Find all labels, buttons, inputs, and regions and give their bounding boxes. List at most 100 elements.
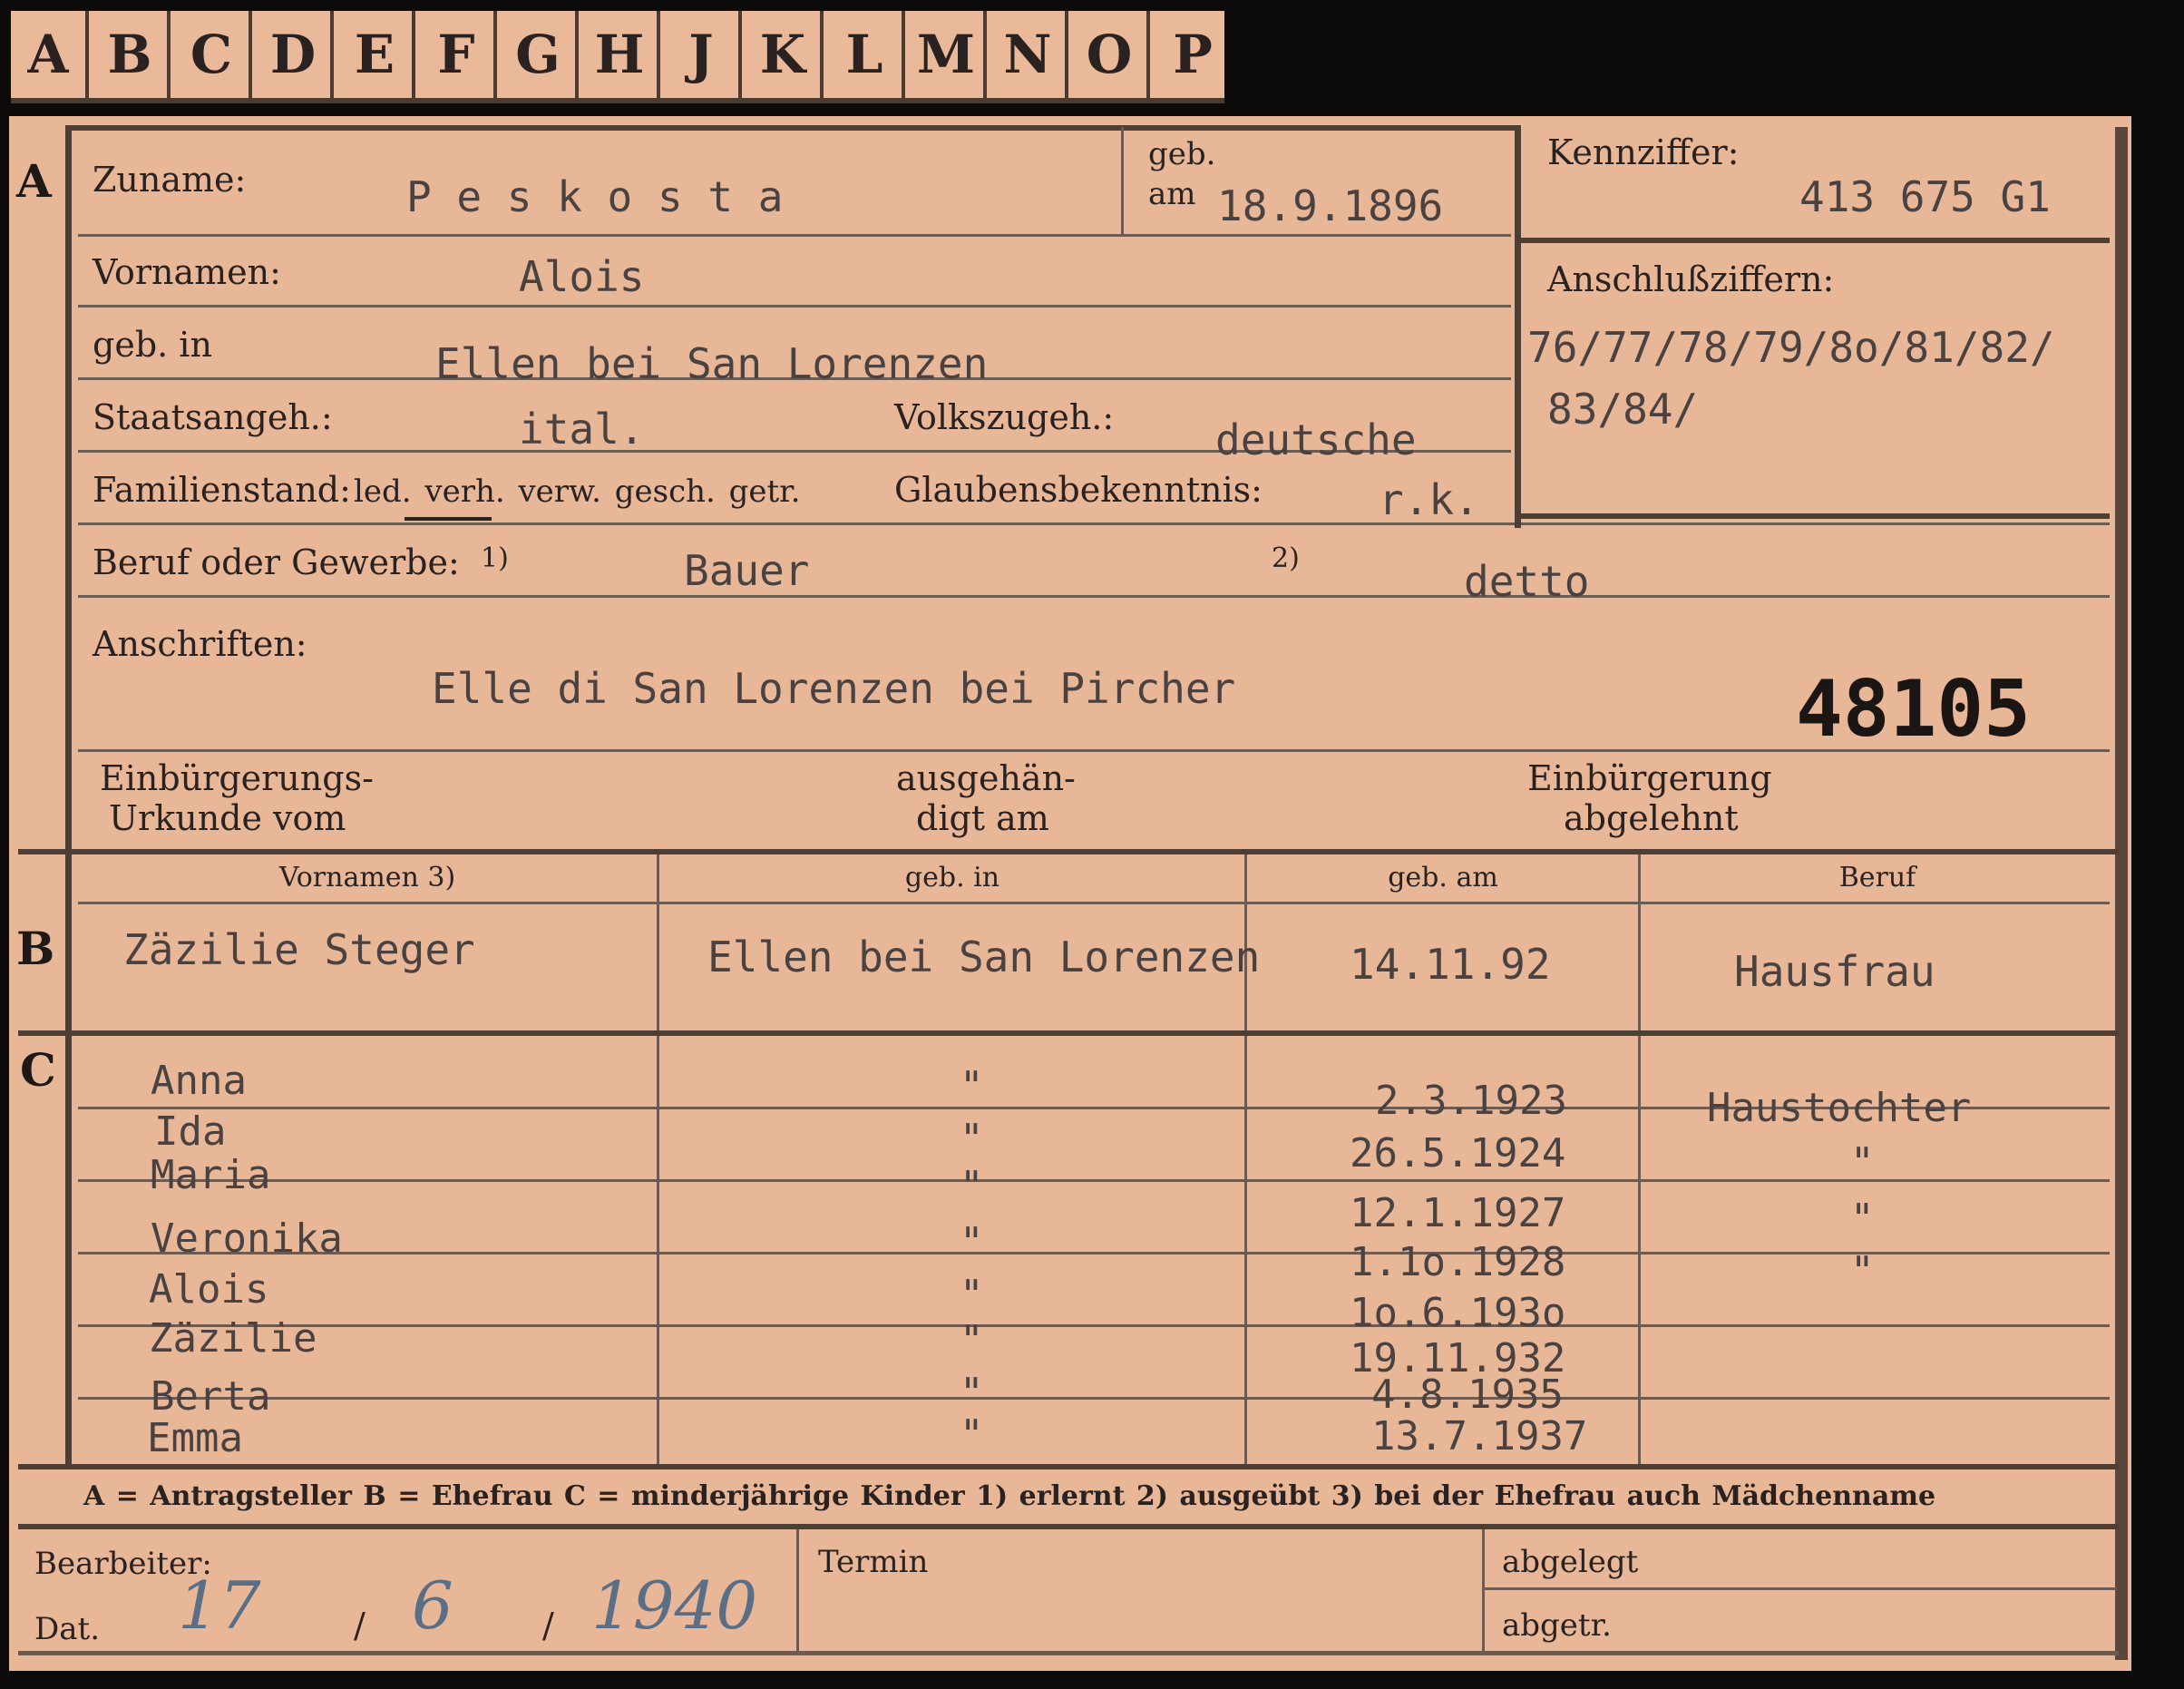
occupation-practiced-value: detto — [1464, 557, 1590, 606]
ident-box-border — [1515, 125, 1521, 528]
row-divider — [78, 1324, 2110, 1327]
handwritten-month: 6 — [412, 1567, 453, 1644]
tab-letter: O — [1072, 11, 1150, 98]
date-separator: / — [542, 1606, 554, 1645]
child-place: " — [960, 1063, 984, 1109]
column-divider — [657, 854, 659, 1464]
row-divider — [78, 1252, 2110, 1255]
ethnicity-label: Volkszugeh.: — [894, 397, 1115, 437]
occupation-label: Beruf oder Gewerbe: — [93, 542, 460, 582]
ident-label: Kennziffer: — [1547, 132, 1740, 172]
born-label-top: geb. — [1148, 136, 1216, 172]
child-name: Veronika — [151, 1215, 343, 1262]
birth-date-value: 18.9.1896 — [1217, 181, 1444, 230]
address-label: Anschriften: — [93, 624, 307, 664]
tab-letter: P — [1173, 24, 1213, 85]
spouse-birthdate: 14.11.92 — [1350, 940, 1551, 989]
child-place: " — [960, 1370, 984, 1416]
column-divider — [1638, 854, 1641, 1464]
tab-letter: H — [582, 11, 660, 98]
child-place: " — [960, 1163, 984, 1209]
attach-line-2: 83/84/ — [1547, 385, 1699, 434]
child-name: Emma — [147, 1415, 243, 1461]
date-label: Dat. — [34, 1611, 101, 1647]
child-date: 2.3.1923 — [1375, 1078, 1567, 1124]
child-name: Alois — [149, 1266, 269, 1313]
child-date: 1.1o.1928 — [1350, 1239, 1566, 1285]
tab-letter: L — [827, 11, 905, 98]
occupation-note-1: 1) — [481, 542, 509, 574]
naturalization-label-1: Einbürgerungs- — [100, 758, 374, 798]
section-divider — [18, 849, 2119, 854]
occupation-note-2: 2) — [1272, 542, 1300, 574]
tab-letter: C — [174, 11, 252, 98]
child-occupation: " — [1850, 1139, 1875, 1186]
child-place: " — [960, 1219, 984, 1265]
rejected-label-2: abgelehnt — [1564, 798, 1739, 838]
row-divider — [78, 595, 2110, 598]
child-date: 13.7.1937 — [1371, 1413, 1588, 1460]
marital-underline — [405, 517, 492, 521]
legend-top-border — [18, 1464, 2119, 1469]
born-label-bottom: am — [1148, 176, 1196, 212]
birthplace-label: geb. in — [93, 325, 212, 365]
rejected-label-1: Einbürgerung — [1527, 758, 1772, 798]
spouse-birthplace: Ellen bei San Lorenzen — [707, 932, 1261, 981]
attach-line-1: 76/77/78/79/8o/81/82/ — [1527, 323, 2055, 372]
occupation-learned-value: Bauer — [684, 546, 810, 595]
spouse-occupation: Hausfrau — [1734, 947, 1935, 996]
ident-box-bottom — [1515, 513, 2110, 519]
stamp-number: 48105 — [1796, 664, 2031, 755]
naturalization-label-2: Urkunde vom — [109, 798, 346, 838]
child-occupation: " — [1850, 1248, 1875, 1294]
marital-options: led. verh. verw. gesch. getr. — [354, 474, 801, 510]
citizenship-label: Staatsangeh.: — [93, 397, 333, 437]
tab-letter: N — [990, 11, 1068, 98]
separated-label: abgetr. — [1502, 1607, 1612, 1644]
surname-label: Zuname: — [93, 160, 247, 200]
spouse-header-date: geb. am — [1388, 862, 1498, 893]
marital-label: Familienstand: — [93, 470, 351, 510]
section-column-divider — [65, 125, 72, 1466]
legend-bottom-border — [18, 1524, 2119, 1529]
surname-value: P e s k o s t a — [406, 172, 784, 221]
tab-letter: G — [501, 11, 579, 98]
section-a-marker: A — [16, 154, 52, 208]
attach-label: Anschlußziffern: — [1547, 259, 1835, 299]
row-divider — [78, 234, 1511, 237]
child-name: Anna — [151, 1058, 247, 1104]
birthplace-value: Ellen bei San Lorenzen — [435, 339, 989, 388]
child-date: 1o.6.193o — [1350, 1290, 1566, 1336]
section-c-marker: C — [20, 1043, 56, 1097]
tab-letter: M — [909, 11, 987, 98]
child-occupation: Haustochter — [1707, 1085, 1972, 1131]
child-name: Ida — [154, 1108, 227, 1155]
ident-value: 413 675 G1 — [1799, 172, 2051, 221]
citizenship-value: ital. — [519, 405, 645, 454]
column-divider — [1482, 1529, 1485, 1655]
row-divider — [78, 1179, 2110, 1182]
tab-letter: E — [337, 11, 415, 98]
child-date: 12.1.1927 — [1350, 1190, 1566, 1236]
handwritten-day: 17 — [178, 1567, 261, 1644]
tab-letter: B — [93, 11, 171, 98]
section-b-marker: B — [16, 922, 55, 975]
spouse-name: Zäzilie Steger — [123, 925, 475, 974]
given-names-label: Vornamen: — [93, 252, 281, 292]
legend-text: A = Antragsteller B = Ehefrau C = minder… — [83, 1480, 1936, 1512]
handed-label-1: ausgehän- — [896, 758, 1076, 798]
ethnicity-value: deutsche — [1215, 415, 1417, 464]
handed-label-2: digt am — [916, 798, 1049, 838]
tab-letter: D — [256, 11, 334, 98]
child-place: " — [960, 1317, 984, 1363]
child-name: Berta — [151, 1373, 271, 1420]
column-divider — [796, 1529, 799, 1655]
card-top-border — [65, 125, 1516, 131]
row-divider — [78, 1397, 2110, 1400]
child-place: " — [960, 1116, 984, 1162]
row-divider — [78, 305, 1511, 308]
row-divider — [78, 522, 2110, 525]
spouse-header-occupation: Beruf — [1838, 862, 1916, 893]
tab-letter: A — [11, 11, 89, 98]
child-place: " — [960, 1272, 984, 1318]
